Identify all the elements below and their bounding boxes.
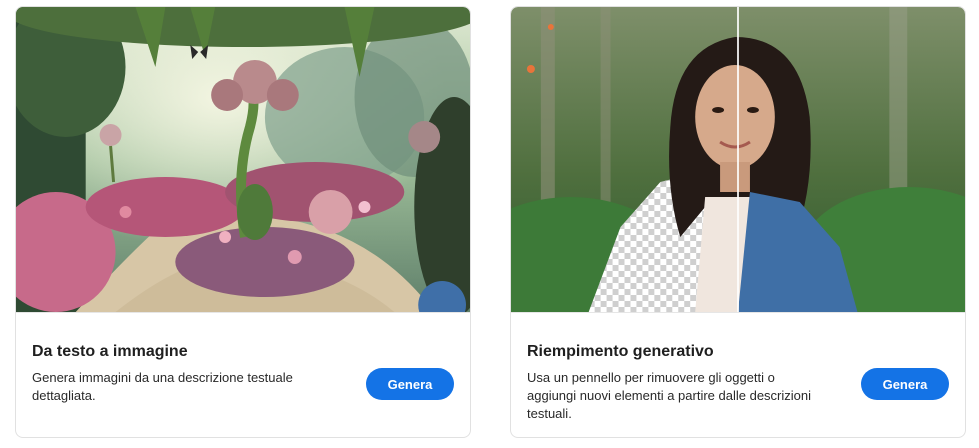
- genera-button[interactable]: Genera: [366, 368, 454, 400]
- card-title: Da testo a immagine: [32, 343, 188, 360]
- feature-card-generative-fill[interactable]: Riempimento generativo Usa un pennello p…: [510, 6, 966, 438]
- genera-button[interactable]: Genera: [861, 368, 949, 400]
- card-body: Riempimento generativo Usa un pennello p…: [511, 312, 965, 437]
- card-description: Usa un pennello per rimuovere gli oggett…: [527, 370, 812, 421]
- card-body: Da testo a immagine Genera immagini da u…: [16, 312, 470, 437]
- feature-card-text-to-image[interactable]: Da testo a immagine Genera immagini da u…: [15, 6, 471, 438]
- fantasy-garden-image: [16, 7, 470, 312]
- card-title: Riempimento generativo: [527, 343, 714, 360]
- portrait-generative-fill-image: [511, 7, 965, 312]
- card-description: Genera immagini da una descrizione testu…: [32, 370, 293, 403]
